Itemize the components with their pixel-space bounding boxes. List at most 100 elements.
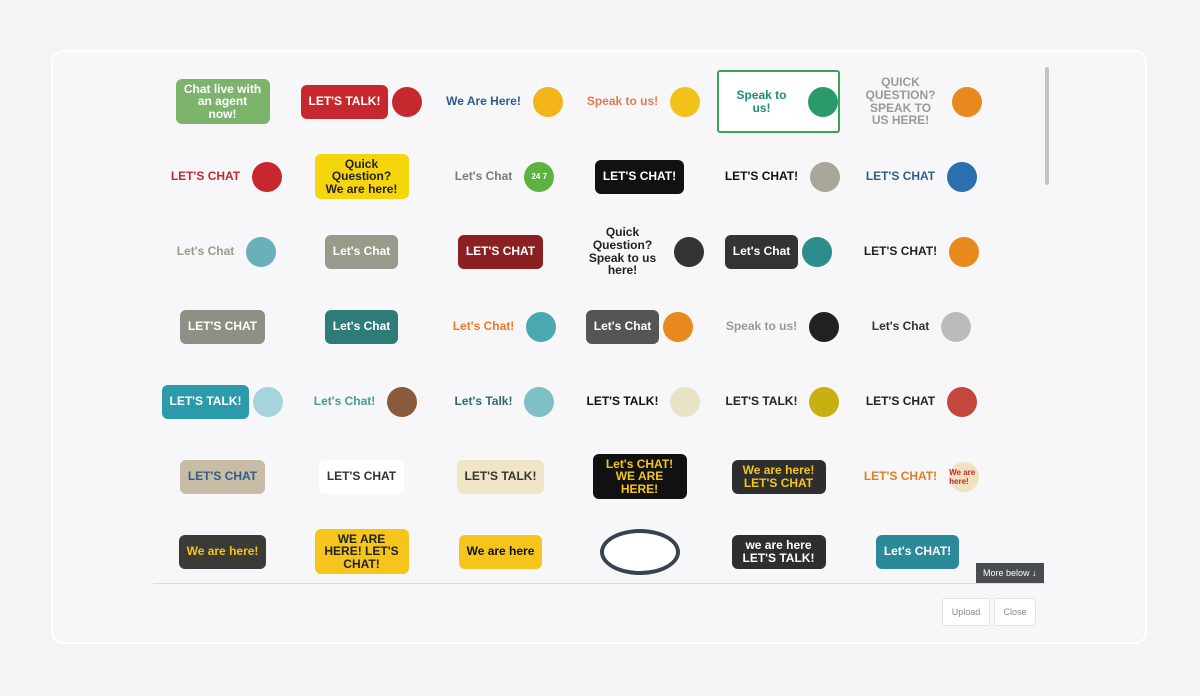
sticker-graphic-icon — [532, 86, 563, 117]
sticker-graphic-icon — [947, 386, 978, 417]
sticker-gallery: Chat live with an agent now! LET'S TALK! W… — [153, 64, 1033, 584]
sticker-label: We are here! LET'S CHAT — [731, 459, 826, 494]
sticker-graphic-icon — [949, 236, 980, 267]
sticker-label: Speak to us! — [736, 87, 787, 115]
sticker-label: LET'S CHAT — [170, 169, 241, 184]
sticker-option[interactable]: LET'S CHAT — [848, 139, 987, 214]
sticker-label: Let's Chat — [871, 319, 930, 334]
sticker-label: We are here! — [178, 534, 267, 569]
sticker-option[interactable]: Let's Talk! — [431, 364, 570, 439]
sticker-label: Let's CHAT! — [875, 534, 960, 569]
sticker-option[interactable]: Let's Chat! — [431, 289, 570, 364]
sticker-label: Let's Chat — [724, 234, 799, 269]
sticker-label: WE ARE HERE! LET'S CHAT! — [314, 528, 409, 575]
sticker-graphic-icon — [947, 161, 978, 192]
sticker-option[interactable]: Speak to us! — [570, 64, 709, 139]
sticker-option[interactable]: Let's Chat — [848, 289, 987, 364]
sticker-option[interactable]: LET'S TALK! — [292, 64, 431, 139]
sticker-option[interactable]: LET'S CHAT — [153, 139, 292, 214]
sticker-grid: Chat live with an agent now! LET'S TALK! W… — [153, 64, 1033, 584]
sticker-option[interactable]: LET'S CHAT — [848, 364, 987, 439]
sticker-option[interactable]: LET'S CHAT! — [848, 214, 987, 289]
sticker-option[interactable]: Let's Chat — [292, 214, 431, 289]
sticker-label: LET'S TALK! — [456, 459, 545, 494]
sticker-label: We are here — [458, 534, 543, 569]
sticker-label: LET'S CHAT! — [724, 169, 799, 184]
sticker-label: Let's CHAT! WE ARE HERE! — [592, 453, 687, 500]
sticker-option[interactable]: Let's Chat — [570, 289, 709, 364]
gallery-scrollbar[interactable] — [1045, 67, 1049, 185]
sticker-label: Let's Chat — [585, 309, 660, 344]
sticker-label: LET'S TALK! — [586, 394, 659, 409]
sticker-label: Speak to us! — [586, 94, 659, 109]
sticker-option[interactable]: Let's Chat — [709, 214, 848, 289]
sticker-option[interactable]: Let's Chat — [292, 289, 431, 364]
sticker-option[interactable]: LET'S TALK! — [709, 364, 848, 439]
sticker-option[interactable]: LET'S TALK! — [570, 364, 709, 439]
sticker-option[interactable]: Chat live with an agent now! — [153, 64, 292, 139]
sticker-label: QUICK QUESTION? SPEAK TO US HERE! — [865, 75, 936, 128]
sticker-graphic-icon — [673, 236, 704, 267]
sticker-label — [599, 528, 680, 575]
sticker-graphic-icon — [809, 311, 840, 342]
sticker-option[interactable]: QUICK QUESTION? SPEAK TO US HERE! — [848, 64, 987, 139]
sticker-option[interactable]: We are here! LET'S CHAT — [709, 439, 848, 514]
sticker-label: LET'S CHAT — [179, 459, 266, 494]
sticker-option[interactable]: Quick Question? Speak to us here! — [570, 214, 709, 289]
sticker-option[interactable]: LET'S CHAT — [153, 439, 292, 514]
sticker-option[interactable]: LET'S TALK! — [153, 364, 292, 439]
upload-button[interactable]: Upload — [942, 598, 990, 626]
sticker-label: LET'S CHAT — [179, 309, 266, 344]
sticker-option[interactable]: Let's Chat 24 7 — [431, 139, 570, 214]
divider — [153, 583, 1043, 584]
sticker-label: LET'S CHAT! — [594, 159, 685, 194]
sticker-graphic-icon — [670, 86, 701, 117]
sticker-option[interactable]: LET'S CHAT — [292, 439, 431, 514]
sticker-option[interactable]: Let's Chat — [153, 214, 292, 289]
sticker-option[interactable]: We are here — [431, 514, 570, 584]
sticker-option[interactable] — [570, 514, 709, 584]
sticker-label: LET'S CHAT — [457, 234, 544, 269]
sticker-label: LET'S TALK! — [161, 384, 250, 419]
sticker-graphic-icon — [802, 236, 833, 267]
sticker-label: we are here LET'S TALK! — [731, 534, 826, 569]
sticker-option[interactable]: We are here! — [153, 514, 292, 584]
sticker-option[interactable]: Speak to us! — [717, 70, 840, 133]
sticker-label: Let's Chat! — [313, 394, 376, 409]
more-below-button[interactable]: More below ↓ — [976, 563, 1044, 583]
sticker-label: We Are Here! — [446, 94, 521, 109]
sticker-graphic-icon — [670, 386, 701, 417]
sticker-option[interactable]: LET'S CHAT — [153, 289, 292, 364]
sticker-graphic-icon: We are here! — [949, 461, 980, 492]
sticker-option[interactable]: Speak to us! — [709, 289, 848, 364]
sticker-label: LET'S CHAT! — [863, 469, 938, 484]
sticker-label: LET'S CHAT — [865, 169, 936, 184]
sticker-option[interactable]: LET'S CHAT! — [570, 139, 709, 214]
sticker-option[interactable]: Let's CHAT! — [848, 514, 987, 584]
sticker-option[interactable]: We Are Here! — [431, 64, 570, 139]
sticker-graphic-icon — [941, 311, 972, 342]
sticker-option[interactable]: Let's Chat! — [292, 364, 431, 439]
sticker-label: Quick Question? We are here! — [314, 153, 409, 200]
sticker-option[interactable]: LET'S CHAT! We are here! — [848, 439, 987, 514]
sticker-option[interactable]: WE ARE HERE! LET'S CHAT! — [292, 514, 431, 584]
sticker-option[interactable]: LET'S CHAT! — [709, 139, 848, 214]
sticker-graphic-icon — [808, 86, 838, 117]
sticker-label: LET'S CHAT — [865, 394, 936, 409]
sticker-option[interactable]: we are here LET'S TALK! — [709, 514, 848, 584]
sticker-label: LET'S CHAT! — [863, 244, 938, 259]
sticker-graphic-icon — [524, 386, 555, 417]
sticker-graphic-icon — [663, 311, 694, 342]
sticker-option[interactable]: Let's CHAT! WE ARE HERE! — [570, 439, 709, 514]
sticker-option[interactable]: LET'S TALK! — [431, 439, 570, 514]
sticker-label: LET'S CHAT — [318, 459, 405, 494]
sticker-picker-dialog: Chat live with an agent now! LET'S TALK! W… — [51, 50, 1147, 644]
sticker-graphic-icon — [253, 386, 284, 417]
sticker-label: Let's Chat — [176, 244, 235, 259]
close-button[interactable]: Close — [994, 598, 1036, 626]
sticker-option[interactable]: LET'S CHAT — [431, 214, 570, 289]
sticker-option[interactable]: Quick Question? We are here! — [292, 139, 431, 214]
sticker-label: Chat live with an agent now! — [175, 78, 270, 125]
sticker-graphic-icon — [810, 161, 841, 192]
sticker-label: LET'S TALK! — [300, 84, 389, 119]
